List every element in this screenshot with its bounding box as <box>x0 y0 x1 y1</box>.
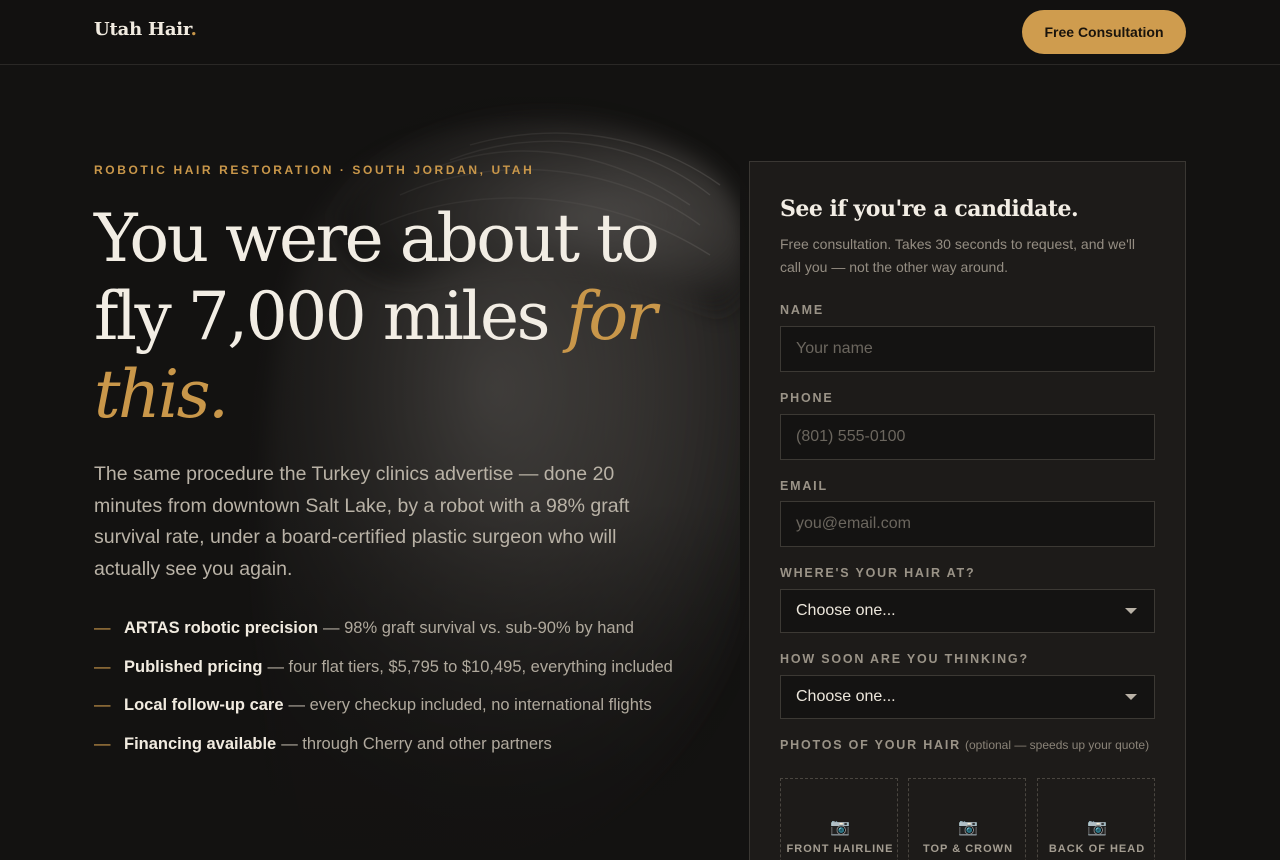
name-label: NAME <box>780 303 825 317</box>
chevron-down-icon <box>1125 608 1137 614</box>
benefit-title: ARTAS robotic precision <box>124 619 319 637</box>
benefit-item: — Financing available — through Cherry and… <box>94 735 734 774</box>
hair-status-value: Choose one... <box>796 602 896 619</box>
camera-icon: 📷 <box>958 817 978 836</box>
timing-select[interactable]: Choose one... <box>780 675 1155 719</box>
name-input[interactable] <box>780 326 1155 372</box>
dash-icon: — <box>94 619 111 637</box>
hero-lede: The same procedure the Turkey clinics ad… <box>94 463 630 580</box>
photos-optional-note: (optional — speeds up your quote) <box>964 738 1150 752</box>
benefit-text: — four flat tiers, $5,795 to $10,495, ev… <box>267 657 673 676</box>
photo-tile-label: BACK OF HEAD <box>1048 843 1146 855</box>
benefit-text: — every checkup included, no internation… <box>288 696 652 714</box>
benefit-title: Financing available <box>124 734 277 753</box>
consultation-form-card: See if you're a candidate. Free consulta… <box>749 161 1186 860</box>
email-label: EMAIL <box>780 479 828 493</box>
hair-status-label: WHERE'S YOUR HAIR AT? <box>780 566 976 580</box>
free-consultation-button[interactable]: Free Consultation <box>1022 10 1186 54</box>
benefit-title: Local follow-up care <box>124 696 284 714</box>
photo-tile-label: TOP & CROWN <box>922 843 1014 855</box>
photos-label: PHOTOS OF YOUR HAIR (optional — speeds up… <box>780 738 1149 752</box>
photo-upload-top-crown[interactable]: 📷 TOP & CROWN <box>908 778 1026 860</box>
benefit-text: — through Cherry and other partners <box>281 734 552 753</box>
logo[interactable]: Utah Hair. <box>94 19 197 40</box>
benefit-item: — Published pricing — four flat tiers, $5,… <box>94 658 734 697</box>
benefit-item: — ARTAS robotic precision — 98% graft surv… <box>94 619 734 658</box>
hair-status-select[interactable]: Choose one... <box>780 589 1155 633</box>
email-input[interactable] <box>780 501 1155 547</box>
photo-upload-front-hairline[interactable]: 📷 FRONT HAIRLINE <box>780 778 898 860</box>
site-header: Utah Hair. Free Consultation <box>0 0 1280 65</box>
logo-dot: . <box>190 19 197 40</box>
photo-tile-label: FRONT HAIRLINE <box>786 843 894 855</box>
phone-label: PHONE <box>780 391 834 405</box>
form-subtitle: Free consultation. Takes 30 seconds to r… <box>780 236 1135 275</box>
photo-upload-back-of-head[interactable]: 📷 BACK OF HEAD <box>1037 778 1155 860</box>
dash-icon: — <box>94 657 111 676</box>
benefit-text: — 98% graft survival vs. sub-90% by hand <box>323 619 634 637</box>
benefit-title: Published pricing <box>124 657 263 676</box>
timing-value: Choose one... <box>796 688 896 705</box>
hero-headline: You were about to fly 7,000 miles for th… <box>94 200 714 434</box>
chevron-down-icon <box>1125 694 1137 700</box>
logo-text: Utah Hair <box>94 19 191 40</box>
camera-icon: 📷 <box>830 817 850 836</box>
phone-input[interactable] <box>780 414 1155 460</box>
benefits-list: — ARTAS robotic precision — 98% graft surv… <box>94 619 734 773</box>
timing-label: HOW SOON ARE YOU THINKING? <box>780 652 1029 666</box>
form-title: See if you're a candidate. <box>780 196 1079 222</box>
dash-icon: — <box>94 734 111 753</box>
dash-icon: — <box>94 696 111 714</box>
hero-eyebrow: ROBOTIC HAIR RESTORATION · SOUTH JORDAN,… <box>94 163 535 177</box>
benefit-item: — Local follow-up care — every checkup inc… <box>94 696 734 735</box>
camera-icon: 📷 <box>1087 817 1107 836</box>
photos-label-text: PHOTOS OF YOUR HAIR <box>780 738 961 752</box>
